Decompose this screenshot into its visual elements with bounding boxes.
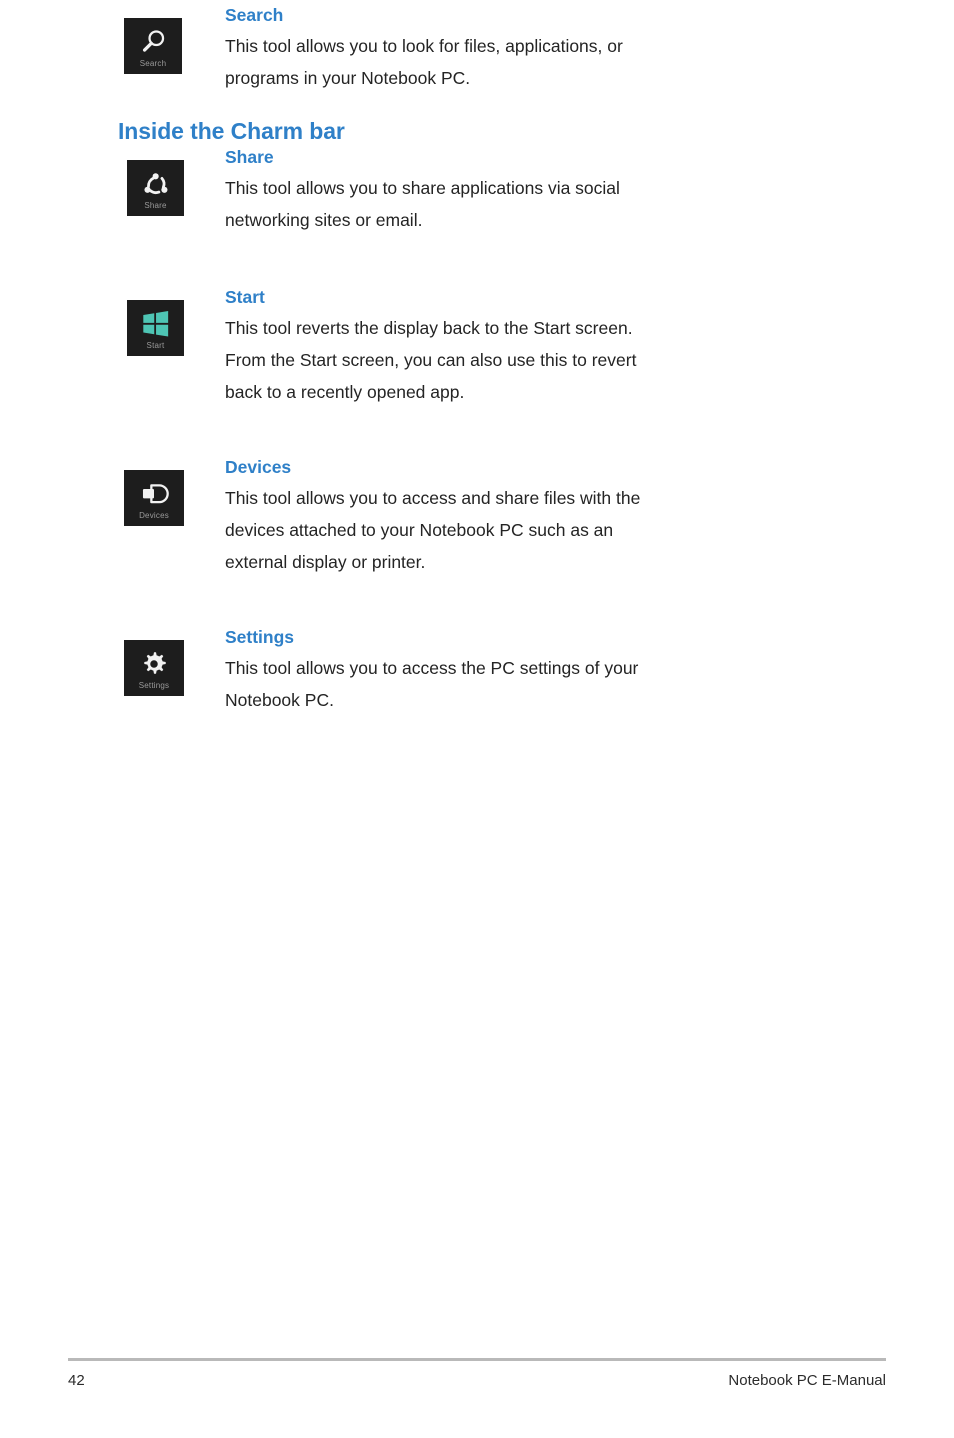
charm-description: This tool allows you to access the PC se… (225, 652, 825, 716)
charm-description: This tool reverts the display back to th… (225, 312, 825, 408)
charm-tile-label: Devices (139, 511, 169, 520)
search-icon (124, 26, 182, 58)
charm-tile-label: Search (139, 59, 167, 68)
charm-tile-devices: Devices (124, 470, 184, 526)
description-line: Notebook PC. (225, 690, 334, 710)
charm-description: This tool allows you to access and share… (225, 482, 825, 578)
description-line: This tool reverts the display back to th… (225, 318, 633, 338)
charm-tile-label: Share (144, 201, 167, 210)
share-icon (127, 168, 184, 200)
charm-body-devices: Devices This tool allows you to access a… (225, 456, 825, 578)
charm-title: Start (225, 287, 265, 307)
description-line: This tool allows you to access and share… (225, 488, 641, 508)
devices-icon (124, 478, 184, 510)
description-line: This tool allows you to access the PC se… (225, 658, 639, 678)
description-line: This tool allows you to look for files, … (225, 36, 623, 56)
page-number: 42 (68, 1372, 85, 1389)
description-line: networking sites or email. (225, 210, 423, 230)
description-line: back to a recently opened app. (225, 382, 465, 402)
gear-icon (124, 648, 184, 680)
footer-divider (68, 1358, 886, 1361)
document-title-footer: Notebook PC E-Manual (728, 1372, 886, 1389)
description-line: external display or printer. (225, 552, 426, 572)
charm-title: Settings (225, 627, 295, 647)
description-line: This tool allows you to share applicatio… (225, 178, 620, 198)
charm-body-settings: Settings This tool allows you to access … (225, 626, 825, 716)
charm-body-search: Search This tool allows you to look for … (225, 4, 825, 94)
charm-description: This tool allows you to share applicatio… (225, 172, 825, 236)
charm-tile-search: Search (124, 18, 182, 74)
charm-body-share: Share This tool allows you to share appl… (225, 146, 825, 236)
charm-tile-settings: Settings (124, 640, 184, 696)
charm-tile-label: Start (146, 341, 165, 350)
document-page: Inside the Charm bar Search Search This … (0, 0, 954, 1438)
charm-title: Share (225, 147, 274, 167)
charm-body-start: Start This tool reverts the display back… (225, 286, 825, 408)
description-line: programs in your Notebook PC. (225, 68, 471, 88)
charm-tile-label: Settings (138, 681, 170, 690)
charm-tile-start: Start (127, 300, 184, 356)
charm-tile-share: Share (127, 160, 184, 216)
page-title: Inside the Charm bar (118, 118, 345, 144)
description-line: From the Start screen, you can also use … (225, 350, 637, 370)
windows-start-icon (127, 308, 184, 340)
charm-description: This tool allows you to look for files, … (225, 30, 825, 94)
description-line: devices attached to your Notebook PC suc… (225, 520, 614, 540)
charm-title: Search (225, 5, 284, 25)
charm-title: Devices (225, 457, 292, 477)
